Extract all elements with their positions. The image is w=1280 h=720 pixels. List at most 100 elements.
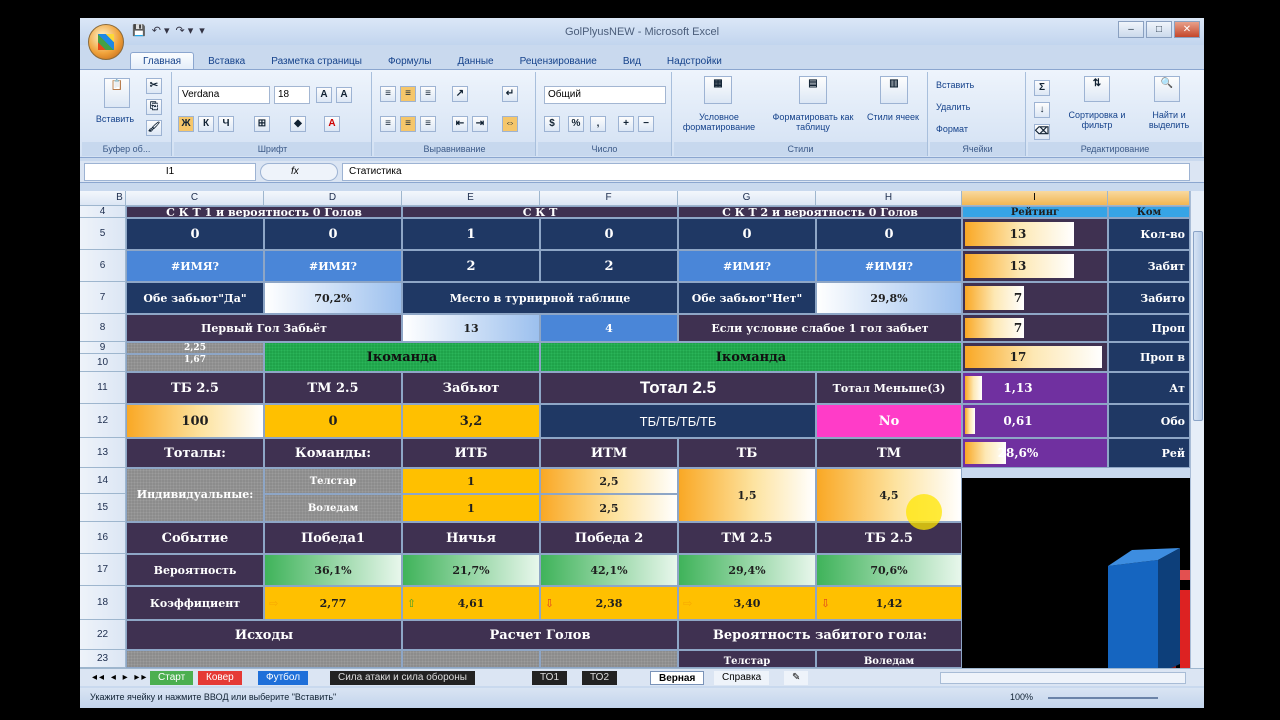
side-label[interactable]: Проп в	[1108, 342, 1190, 372]
cell-e7[interactable]: Место в турнирной таблице	[402, 282, 678, 314]
cell-d6[interactable]: #ИМЯ?	[264, 250, 402, 282]
cell-styles-button[interactable]: Стили ячеек	[862, 112, 924, 122]
column-header-d[interactable]: D	[264, 191, 402, 206]
currency-icon[interactable]: $	[544, 116, 560, 132]
sheet-tab[interactable]: Сила атаки и сила обороны	[330, 671, 475, 685]
cell-e6[interactable]: 2	[402, 250, 540, 282]
office-button[interactable]	[88, 24, 124, 60]
scroll-thumb[interactable]	[1193, 231, 1203, 421]
cell-c23[interactable]	[126, 650, 402, 668]
underline-icon[interactable]: Ч	[218, 116, 234, 132]
decrease-indent-icon[interactable]: ⇤	[452, 116, 468, 132]
tab-insert[interactable]: Вставка	[196, 53, 257, 70]
paste-button[interactable]: Вставить	[90, 114, 140, 124]
cell-f16[interactable]: Победа 2	[540, 522, 678, 554]
tab-addins[interactable]: Надстройки	[655, 53, 734, 70]
minimize-button[interactable]: –	[1118, 21, 1144, 38]
tab-review[interactable]: Рецензирование	[508, 53, 609, 70]
cell-styles-icon[interactable]: ▥	[880, 76, 908, 104]
cell-c10[interactable]: 1,67	[126, 354, 264, 372]
row-header[interactable]: 10	[80, 354, 126, 372]
tab-formulas[interactable]: Формулы	[376, 53, 444, 70]
cut-icon[interactable]: ✂	[146, 78, 162, 94]
row-header[interactable]: 14	[80, 468, 126, 494]
tab-view[interactable]: Вид	[611, 53, 653, 70]
row-header[interactable]: 9	[80, 342, 126, 354]
conditional-format-icon[interactable]: ▦	[704, 76, 732, 104]
cell-e22[interactable]: Расчет Голов	[402, 620, 678, 650]
format-cells-button[interactable]: Формат	[936, 124, 1022, 134]
cell-c12[interactable]: 100	[126, 404, 264, 438]
team2-header[interactable]: Iкоманда	[540, 342, 962, 372]
side-label[interactable]: Забито	[1108, 282, 1190, 314]
cell-c18[interactable]: Коэффициент	[126, 586, 264, 620]
cell-d5[interactable]: 0	[264, 218, 402, 250]
row-header[interactable]: 18	[80, 586, 126, 620]
cell-f14[interactable]: 2,5	[540, 468, 678, 494]
cell-c5[interactable]: 0	[126, 218, 264, 250]
cell-g5[interactable]: 0	[678, 218, 816, 250]
cell-g17[interactable]: 29,4%	[678, 554, 816, 586]
row-header[interactable]: 12	[80, 404, 126, 438]
sheet-tab[interactable]: Справка	[714, 671, 770, 685]
row-header[interactable]: 23	[80, 650, 126, 668]
merge-center-icon[interactable]: ⇔	[502, 116, 518, 132]
align-middle-icon[interactable]: ≡	[400, 86, 416, 102]
find-select-icon[interactable]: 🔍	[1154, 76, 1180, 102]
grow-font-icon[interactable]: A	[316, 87, 332, 103]
cell-d13[interactable]: Команды:	[264, 438, 402, 468]
cell-d12[interactable]: 0	[264, 404, 402, 438]
tab-page-layout[interactable]: Разметка страницы	[259, 53, 374, 70]
side-label[interactable]: Ат	[1108, 372, 1190, 404]
font-name-select[interactable]: Verdana	[178, 86, 270, 104]
cell-f5[interactable]: 0	[540, 218, 678, 250]
column-header-i[interactable]: I	[962, 191, 1108, 206]
align-left-icon[interactable]: ≡	[380, 116, 396, 132]
row-header[interactable]: 16	[80, 522, 126, 554]
cell-g4[interactable]: С К Т 2 и вероятность 0 Голов	[678, 206, 962, 218]
rating-cell[interactable]: 13	[962, 250, 1108, 282]
cell-e14[interactable]: 1	[402, 468, 540, 494]
row-header[interactable]: 7	[80, 282, 126, 314]
cell-h12[interactable]: No	[816, 404, 962, 438]
sheet-tab-active[interactable]: Верная	[650, 671, 705, 685]
row-header[interactable]: 8	[80, 314, 126, 342]
font-color-icon[interactable]: A	[324, 116, 340, 132]
thousands-icon[interactable]: ,	[590, 116, 606, 132]
vertical-scrollbar[interactable]	[1190, 191, 1204, 668]
cell-e11[interactable]: Забьют	[402, 372, 540, 404]
cell-j4[interactable]: Ком	[1108, 206, 1190, 218]
side-label[interactable]: Проп	[1108, 314, 1190, 342]
number-format-select[interactable]: Общий	[544, 86, 666, 104]
cell-d15[interactable]: Воледам	[264, 494, 402, 522]
save-icon[interactable]: 💾	[132, 24, 146, 37]
sheet-tab[interactable]: Футбол	[258, 671, 309, 685]
column-header-c[interactable]: C	[126, 191, 264, 206]
cell-c16[interactable]: Событие	[126, 522, 264, 554]
undo-icon[interactable]: ↶ ▾	[152, 24, 170, 37]
cell-f23[interactable]	[540, 650, 678, 668]
sort-filter-button[interactable]: Сортировка и фильтр	[1058, 110, 1136, 130]
column-header-e[interactable]: E	[402, 191, 540, 206]
column-header-f[interactable]: F	[540, 191, 678, 206]
cell-e18[interactable]: ⇧ 4,61	[402, 586, 540, 620]
cell-g13[interactable]: ТБ	[678, 438, 816, 468]
rating-cell[interactable]: 7	[962, 314, 1108, 342]
close-button[interactable]: ✕	[1174, 21, 1200, 38]
font-size-select[interactable]: 18	[274, 86, 310, 104]
align-top-icon[interactable]: ≡	[380, 86, 396, 102]
increase-indent-icon[interactable]: ⇥	[472, 116, 488, 132]
zoom-level[interactable]: 100%	[1010, 688, 1033, 706]
increase-decimal-icon[interactable]: +	[618, 116, 634, 132]
cell-e8[interactable]: 13	[402, 314, 540, 342]
cell-c11[interactable]: ТБ 2.5	[126, 372, 264, 404]
rating-cell[interactable]: 13	[962, 218, 1108, 250]
row-header[interactable]: 4	[80, 206, 126, 218]
align-right-icon[interactable]: ≡	[420, 116, 436, 132]
bold-icon[interactable]: Ж	[178, 116, 194, 132]
new-sheet-icon[interactable]: ✎	[784, 671, 809, 685]
find-select-button[interactable]: Найти и выделить	[1138, 110, 1200, 130]
row-header[interactable]: 11	[80, 372, 126, 404]
cell-d11[interactable]: ТМ 2.5	[264, 372, 402, 404]
name-box[interactable]: I1	[84, 163, 256, 181]
